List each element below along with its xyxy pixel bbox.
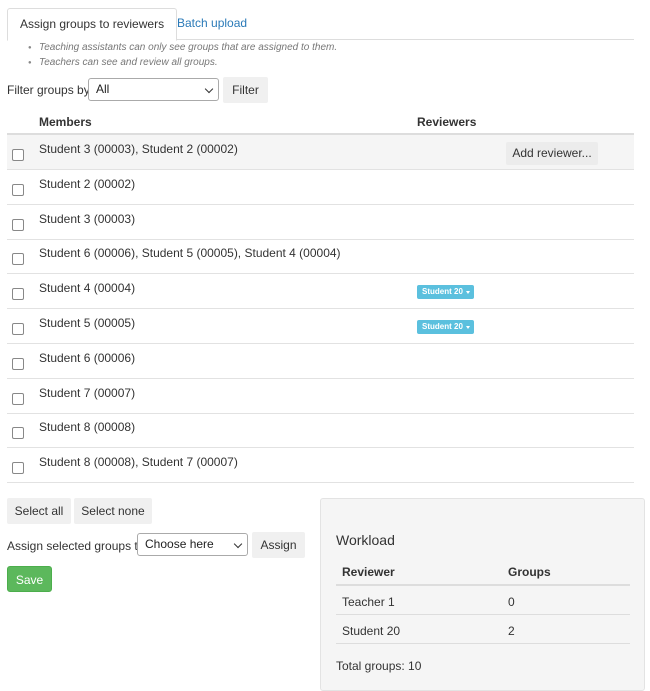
assign-reviewer-select[interactable]: Choose here xyxy=(137,533,248,556)
workload-panel: Workload Reviewer Groups Teacher 1 0 Stu… xyxy=(320,498,645,691)
tab-assign-groups[interactable]: Assign groups to reviewers xyxy=(7,8,178,41)
table-row: Student 7 (00007) xyxy=(7,379,634,414)
chevron-down-icon xyxy=(204,84,214,94)
workload-title: Workload xyxy=(336,532,395,548)
workload-groups: 2 xyxy=(508,624,515,638)
row-checkbox[interactable] xyxy=(12,149,24,161)
filter-label: Filter groups by xyxy=(7,83,90,97)
workload-row: Student 20 2 xyxy=(336,615,630,644)
reviewers-header: Reviewers xyxy=(417,115,477,129)
assign-label: Assign selected groups to xyxy=(7,539,145,553)
workload-reviewer: Student 20 xyxy=(342,624,401,638)
workload-total: Total groups: 10 xyxy=(336,659,422,673)
assign-button[interactable]: Assign xyxy=(252,532,305,558)
filter-selected-value: All xyxy=(96,82,110,96)
assign-selected-value: Choose here xyxy=(145,537,214,551)
row-checkbox[interactable] xyxy=(12,462,24,475)
reviewer-badge-label: Student 20 xyxy=(422,287,463,297)
row-checkbox[interactable] xyxy=(12,253,24,266)
row-checkbox[interactable] xyxy=(12,288,24,301)
note-item: Teachers can see and review all groups. xyxy=(28,56,337,71)
table-row: Student 5 (00005) Student 20 xyxy=(7,309,634,344)
workload-groups: 0 xyxy=(508,595,515,609)
table-row: Student 6 (00006), Student 5 (00005), St… xyxy=(7,239,634,275)
row-checkbox[interactable] xyxy=(12,323,24,335)
filter-button[interactable]: Filter xyxy=(223,77,268,103)
table-row: Student 8 (00008) xyxy=(7,413,634,449)
caret-down-icon xyxy=(465,326,470,329)
row-checkbox[interactable] xyxy=(12,392,24,405)
select-all-button[interactable]: Select all xyxy=(7,498,71,524)
row-checkbox[interactable] xyxy=(12,357,24,370)
row-members: Student 8 (00008) xyxy=(39,420,136,435)
note-item: Teaching assistants can only see groups … xyxy=(28,41,337,56)
workload-table-header: Reviewer Groups xyxy=(336,559,630,586)
table-row: Student 6 (00006) xyxy=(7,344,634,379)
groups-header: Groups xyxy=(508,565,551,579)
row-members: Student 7 (00007) xyxy=(39,385,136,400)
table-row: Student 3 (00003) xyxy=(7,205,634,240)
select-none-button[interactable]: Select none xyxy=(74,498,152,524)
filter-select[interactable]: All xyxy=(88,78,219,101)
row-members: Student 3 (00003), Student 2 (00002) xyxy=(39,142,238,156)
row-checkbox[interactable] xyxy=(12,427,24,440)
tab-bar: Assign groups to reviewers Batch upload xyxy=(7,8,634,41)
table-row: Student 2 (00002) xyxy=(7,170,634,205)
row-members: Student 4 (00004) xyxy=(39,281,136,296)
add-reviewer-button[interactable]: Add reviewer... xyxy=(506,142,598,165)
table-row: Student 8 (00008), Student 7 (00007) xyxy=(7,448,634,484)
save-button[interactable]: Save xyxy=(7,566,52,592)
row-members: Student 2 (00002) xyxy=(39,176,136,191)
row-members: Student 8 (00008), Student 7 (00007) xyxy=(39,455,238,470)
help-notes: Teaching assistants can only see groups … xyxy=(28,41,337,70)
workload-row: Teacher 1 0 xyxy=(336,586,630,615)
chevron-down-icon xyxy=(233,539,243,549)
reviewer-badge-label: Student 20 xyxy=(422,322,463,331)
row-checkbox[interactable] xyxy=(12,183,24,196)
caret-down-icon xyxy=(465,291,470,295)
row-checkbox[interactable] xyxy=(12,218,24,231)
groups-table-header: Members Reviewers xyxy=(7,106,634,135)
reviewer-header: Reviewer xyxy=(342,565,395,579)
table-row: Student 4 (00004) Student 20 xyxy=(7,274,634,310)
reviewer-badge[interactable]: Student 20 xyxy=(417,285,474,300)
row-members: Student 6 (00006), Student 5 (00005), St… xyxy=(39,246,341,261)
workload-reviewer: Teacher 1 xyxy=(342,595,395,609)
row-members: Student 5 (00005) xyxy=(39,316,136,330)
reviewer-badge[interactable]: Student 20 xyxy=(417,320,474,334)
row-members: Student 6 (00006) xyxy=(39,350,136,365)
tab-batch-upload[interactable]: Batch upload xyxy=(165,8,259,40)
row-members: Student 3 (00003) xyxy=(39,211,136,226)
members-header: Members xyxy=(39,115,92,129)
table-row: Student 3 (00003), Student 2 (00002) Add … xyxy=(7,135,634,170)
